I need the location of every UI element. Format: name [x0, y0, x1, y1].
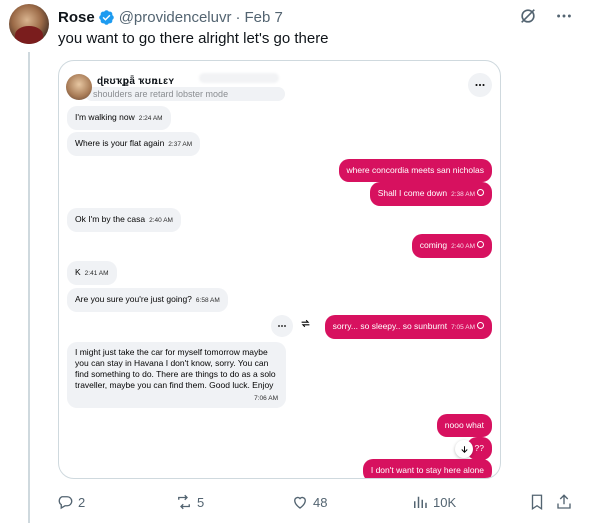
more-options-icon[interactable]: [554, 6, 574, 26]
message-bubble: coming 2:40 AM: [411, 234, 492, 258]
views-button[interactable]: 10K: [411, 493, 456, 511]
message-bubble-long: I might just take the car for myself tom…: [67, 342, 286, 408]
tweet-actions: 2 5 48 10K: [52, 490, 582, 514]
like-button[interactable]: 48: [291, 493, 327, 511]
grok-icon[interactable]: [518, 6, 538, 26]
bookmark-icon: [531, 494, 543, 511]
message-bubble: I don't want to stay here alone: [362, 459, 492, 478]
reply-count: 2: [78, 494, 86, 510]
verified-badge-icon: [98, 9, 115, 26]
message-bubble: sorry... so sleepy.. so sunburnt 7:05 AM: [324, 315, 492, 339]
views-count: 10K: [433, 494, 457, 510]
repost-count: 5: [197, 494, 205, 510]
repost-icon: [178, 494, 190, 510]
message-bubble: K 2:41 AM: [67, 261, 117, 285]
message-bubble: Shall I come down 2:38 AM: [369, 182, 492, 206]
reply-icon: [58, 496, 73, 510]
sent-check-icon: [477, 322, 484, 330]
contact-name: ɖʀʊҡքǟ ҡʊռʟɛʏ: [97, 76, 175, 87]
tweet-header: Rose @providenceluvr · Feb 7: [58, 6, 580, 28]
tweet-text: you want to go there alright let's go th…: [58, 30, 329, 47]
contact-subtitle: shoulders are retard lobster mode: [85, 87, 285, 101]
chat-more-icon: [468, 73, 492, 97]
message-bubble: I'm walking now 2:24 AM: [67, 106, 171, 130]
sent-check-icon: [477, 189, 484, 197]
message-more-icon: [271, 315, 293, 337]
author-handle[interactable]: @providenceluvr: [119, 9, 232, 26]
message-bubble: Ok I'm by the casa 2:40 AM: [67, 208, 181, 232]
reply-button[interactable]: 2: [56, 493, 85, 511]
avatar[interactable]: [9, 4, 49, 44]
bookmark-button[interactable]: [528, 493, 546, 511]
tweet-date[interactable]: Feb 7: [244, 9, 282, 26]
share-icon: [557, 494, 571, 509]
forward-icon: [299, 317, 312, 335]
scroll-down-icon: [455, 440, 473, 458]
separator-dot: ·: [235, 8, 241, 26]
author-name[interactable]: Rose: [58, 9, 95, 26]
share-button[interactable]: [555, 493, 573, 511]
views-icon: [414, 496, 427, 508]
thread-line: [28, 52, 30, 523]
message-bubble: where concordia meets san nicholas: [338, 159, 492, 182]
chat-header: shoulders are retard lobster mode ɖʀʊҡքǟ…: [59, 61, 500, 101]
heart-icon: [294, 496, 306, 509]
like-count: 48: [313, 494, 328, 510]
repost-button[interactable]: 5: [175, 493, 204, 511]
message-actions: [271, 315, 312, 337]
message-bubble: Are you sure you're just going? 6:58 AM: [67, 288, 228, 312]
message-bubble: nooo what: [436, 414, 492, 437]
message-bubble: Where is your flat again 2:37 AM: [67, 132, 201, 156]
blurred-text: [199, 73, 279, 83]
tweet-media-screenshot[interactable]: shoulders are retard lobster mode ɖʀʊҡքǟ…: [58, 60, 501, 479]
sent-check-icon: [477, 241, 484, 249]
contact-avatar: [66, 74, 92, 100]
